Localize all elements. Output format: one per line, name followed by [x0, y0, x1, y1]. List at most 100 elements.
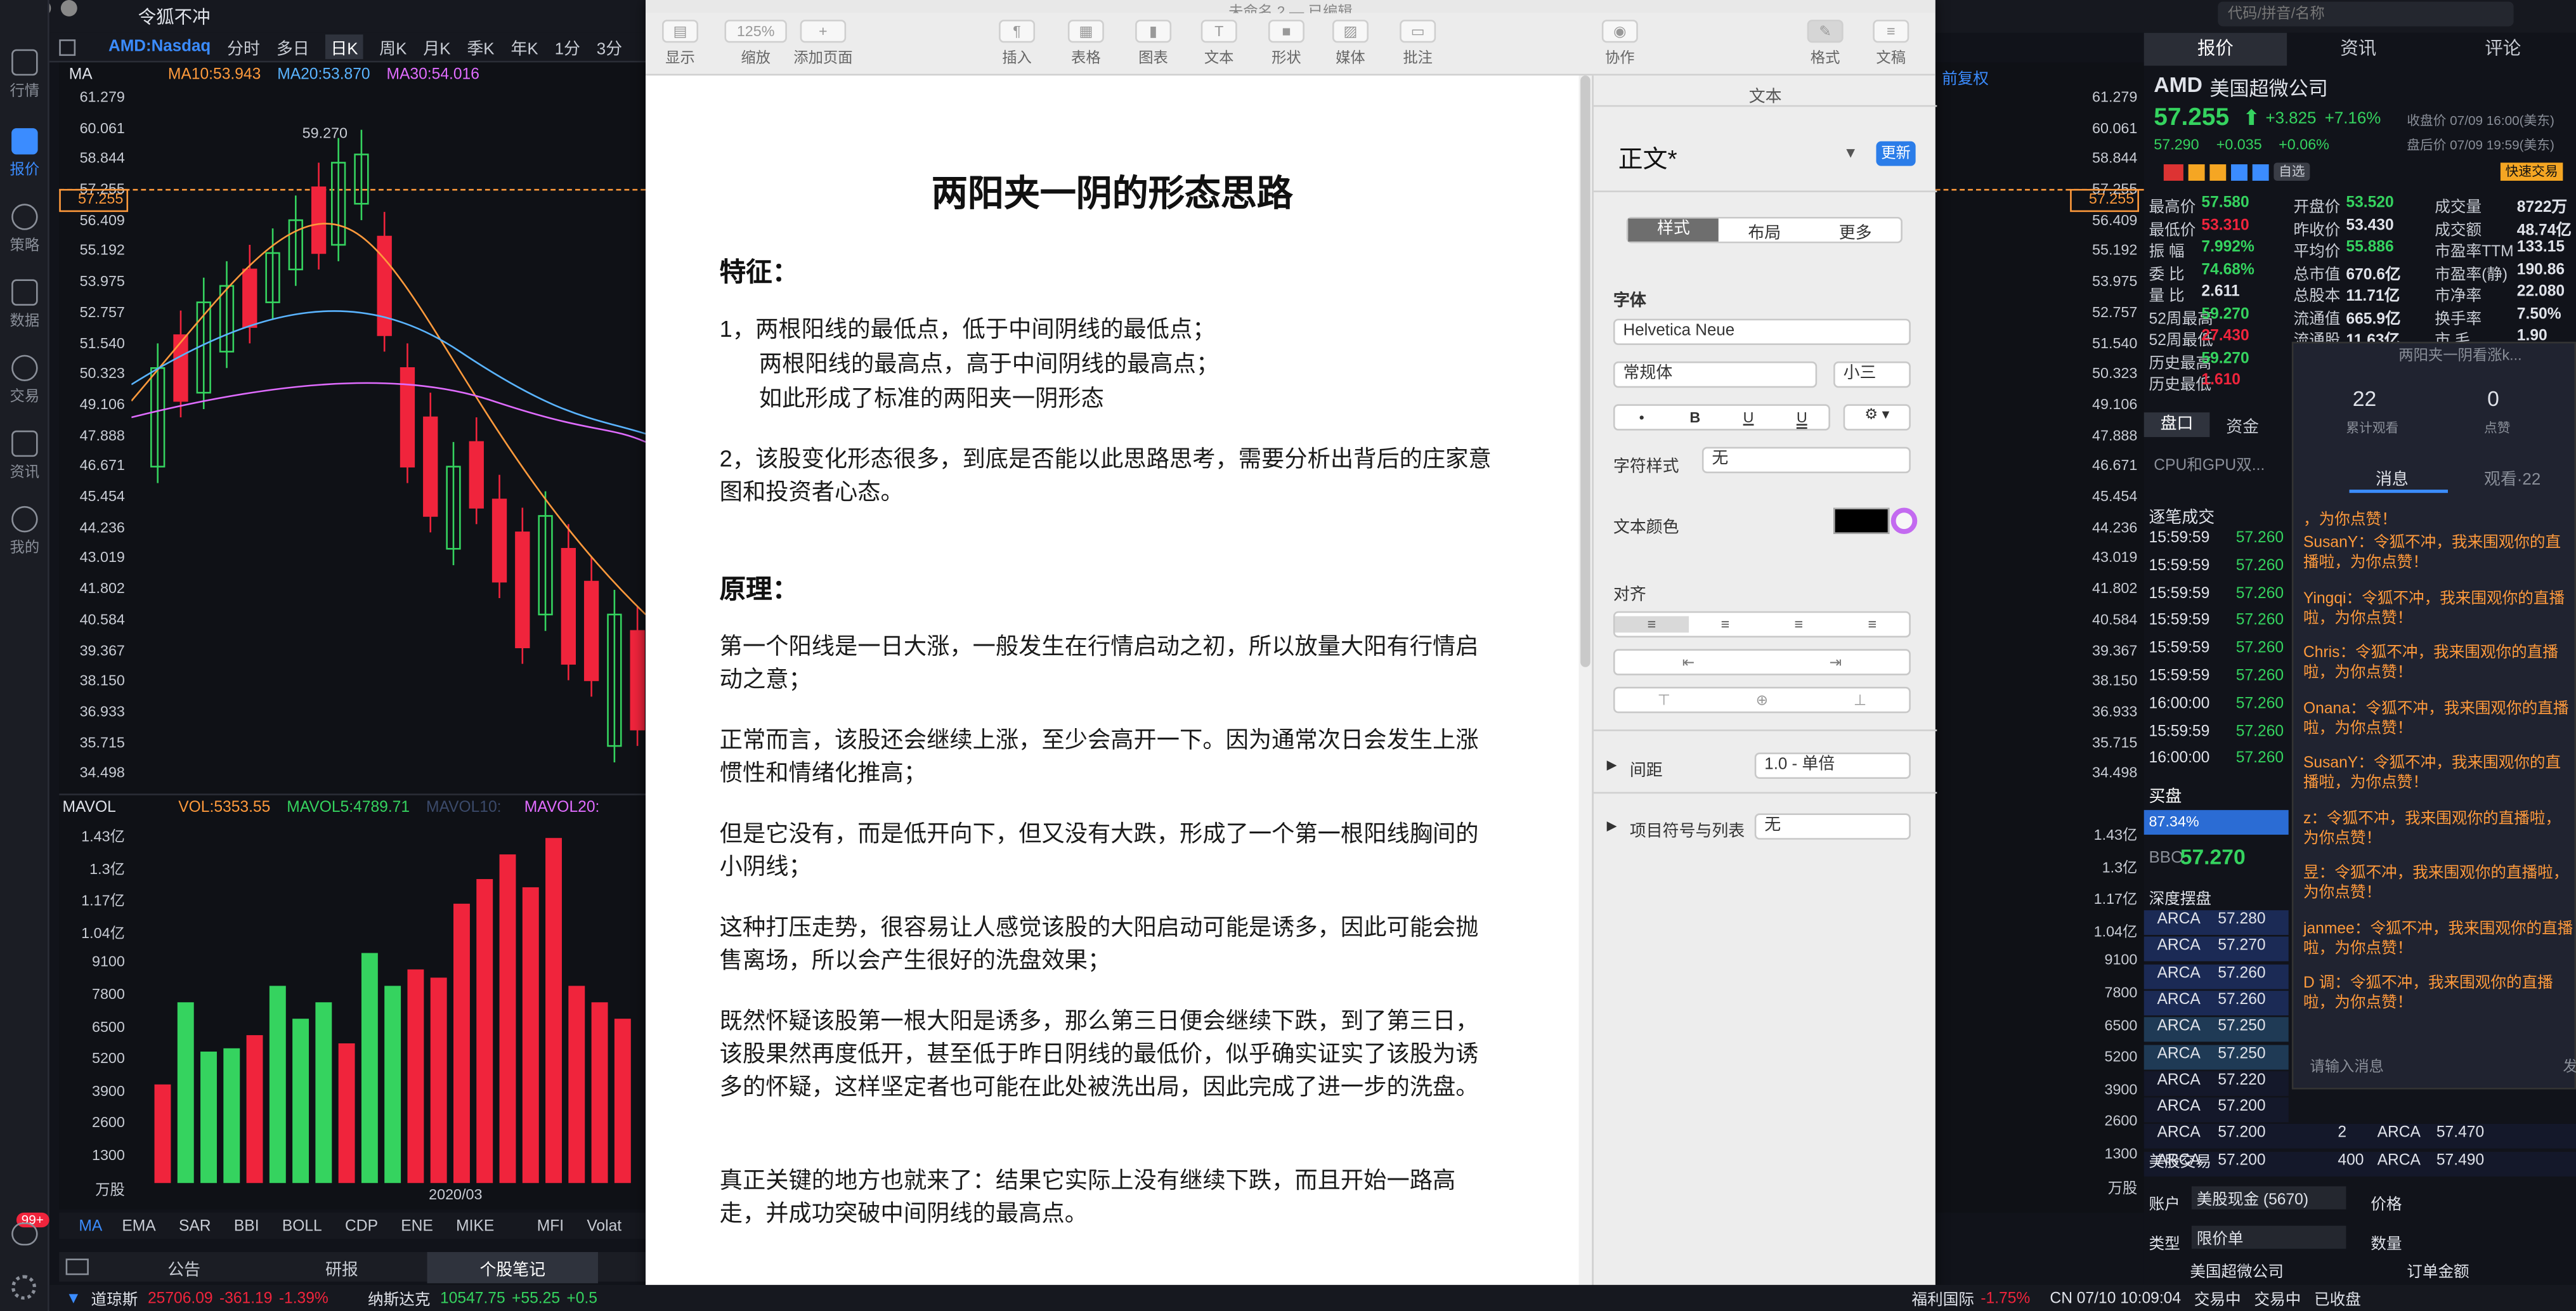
text-button[interactable]: T 文本 — [1200, 20, 1237, 67]
watchlist-button[interactable]: 自选 — [2274, 162, 2310, 181]
rail-data[interactable]: 数据 — [0, 279, 49, 330]
panel-icon[interactable] — [65, 1258, 89, 1275]
period-quarter[interactable]: 季K — [467, 34, 494, 59]
hk-name[interactable]: 福利国际 — [1911, 1286, 1974, 1309]
indicator-mike[interactable]: MIKE — [456, 1216, 494, 1234]
layout-icon[interactable] — [59, 38, 76, 55]
feature-1b[interactable]: 两根阳线的最高点，高于中间阴线的最高点； — [759, 347, 1532, 380]
underline-icon[interactable]: U — [1722, 409, 1775, 426]
principle-4[interactable]: 这种打压走势，很容易让人感觉该股的大阳启动可能是诱多，因此可能会抛售离场，所以会… — [720, 910, 1492, 976]
indicator-bbi[interactable]: BBI — [234, 1216, 259, 1234]
indicator-ma[interactable]: MA — [79, 1216, 102, 1234]
period-month[interactable]: 月K — [423, 34, 450, 59]
tab-quote[interactable]: 报价 — [2143, 32, 2287, 66]
font-weight-select[interactable]: 常规体 — [1613, 361, 1818, 388]
font-family-select[interactable]: Helvetica Neue — [1613, 318, 1911, 346]
news-line[interactable]: CPU和GPU双... — [2154, 452, 2265, 474]
outdent-icon[interactable]: ⇤ — [1615, 653, 1762, 671]
tab-news[interactable]: 资讯 — [2287, 33, 2430, 66]
zoom-button[interactable]: 125% 缩放 — [724, 20, 787, 67]
chat-tab-viewers[interactable]: 观看·22 — [2484, 465, 2540, 490]
period-1min[interactable]: 1分 — [555, 34, 580, 59]
principle-6[interactable]: 真正关键的地方也就来了：结果它实际上没有继续下跌，而且开始一路高走，并成功突破中… — [720, 1163, 1492, 1229]
indicator-mfi[interactable]: MFI — [537, 1216, 564, 1234]
line-spacing-select[interactable]: 1.0 - 单倍 — [1754, 752, 1911, 779]
text-options-gear-icon[interactable]: ⚙︎ ▾ — [1843, 404, 1911, 431]
align-justify-icon[interactable]: ≡ — [1835, 616, 1909, 632]
bullet-dot-icon[interactable]: • — [1615, 409, 1669, 426]
feature-1a[interactable]: 1，两根阳线的最低点，低于中间阴线的最低点； — [720, 312, 1492, 345]
spacing-label[interactable]: 间距 — [1630, 756, 1663, 780]
chat-icon[interactable] — [11, 1222, 38, 1246]
zoom-icon[interactable] — [60, 0, 77, 16]
period-multiday[interactable]: 多日 — [276, 34, 309, 59]
indicator-volat[interactable]: Volat — [587, 1216, 621, 1234]
heading-features[interactable]: 特征： — [720, 250, 798, 289]
text-color-swatch[interactable] — [1833, 507, 1890, 534]
align-right-icon[interactable]: ≡ — [1762, 616, 1835, 632]
chat-input[interactable]: 请输入消息 — [2310, 1055, 2384, 1076]
bold-icon[interactable]: B — [1669, 409, 1722, 426]
indicator-sar[interactable]: SAR — [179, 1216, 211, 1234]
period-timeshare[interactable]: 分时 — [227, 34, 260, 59]
period-3min[interactable]: 3分 — [597, 34, 622, 59]
scroll-thumb[interactable] — [1580, 75, 1590, 667]
collaborate-button[interactable]: ◉ 协作 — [1601, 20, 1638, 67]
rail-quote[interactable]: 报价 — [0, 128, 49, 179]
valign-top-icon[interactable]: ⊤ — [1615, 691, 1714, 708]
tab-more[interactable]: 更多 — [1810, 218, 1901, 242]
document-page[interactable]: 两阳夹一阴的形态思路 特征： 1，两根阳线的最低点，低于中间阴线的最低点； 两根… — [646, 75, 1579, 1311]
indicator-ene[interactable]: ENE — [401, 1216, 433, 1234]
tab-stock-notes[interactable]: 个股笔记 — [427, 1251, 598, 1282]
bullets-select[interactable]: 无 — [1754, 813, 1911, 840]
principle-2[interactable]: 正常而言，该股还会继续上涨，至少会高开一下。因为通常次日会发生上涨惯性和情绪化推… — [720, 723, 1492, 789]
media-button[interactable]: ▨ 媒体 — [1332, 20, 1369, 67]
period-day[interactable]: 日K — [325, 34, 363, 60]
period-year[interactable]: 年K — [511, 34, 538, 59]
type-select[interactable]: 限价单 — [2191, 1225, 2346, 1249]
tab-announcement[interactable]: 公告 — [167, 1255, 200, 1279]
align-left-icon[interactable]: ≡ — [1615, 616, 1689, 633]
tab-layout[interactable]: 布局 — [1719, 218, 1810, 242]
font-size-select[interactable]: 小三 — [1833, 361, 1911, 388]
expand-bullets-icon[interactable]: ▶ — [1607, 818, 1617, 833]
format-button[interactable]: ✎ 格式 — [1807, 20, 1844, 67]
dji-name[interactable]: 道琼斯 — [91, 1286, 138, 1309]
principle-3[interactable]: 但是它没有，而是低开向下，但又没有大跌，形成了一个第一根阳线胸间的小阴线； — [720, 817, 1492, 883]
tab-style[interactable]: 样式 — [1628, 218, 1719, 242]
tab-funds[interactable]: 资金 — [2209, 412, 2275, 437]
feature-1c[interactable]: 如此形成了标准的两阳夹一阴形态 — [759, 381, 1532, 414]
display-button[interactable]: ▤ 显示 — [662, 20, 699, 67]
doc-scrollbar[interactable] — [1578, 75, 1592, 1311]
ndx-name[interactable]: 纳斯达克 — [368, 1286, 430, 1309]
expand-spacing-icon[interactable]: ▶ — [1607, 757, 1617, 772]
doc-title[interactable]: 两阳夹一阴的形态思路 — [646, 164, 1578, 217]
indent-icon[interactable]: ⇥ — [1762, 653, 1909, 671]
account-select[interactable]: 美股现金 (5670) — [2191, 1186, 2346, 1210]
heading-principle[interactable]: 原理： — [720, 567, 798, 606]
insert-button[interactable]: ¶ 插入 — [999, 20, 1036, 67]
color-wheel-icon[interactable] — [1890, 507, 1918, 534]
rail-trade[interactable]: 交易 — [0, 355, 49, 406]
add-page-button[interactable]: + 添加页面 — [793, 20, 853, 67]
indicator-cdp[interactable]: CDP — [345, 1216, 378, 1234]
rail-strategy[interactable]: 策略 — [0, 204, 49, 254]
tab-research[interactable]: 研报 — [325, 1255, 358, 1279]
shape-button[interactable]: ■ 形状 — [1268, 20, 1304, 67]
bullets-label[interactable]: 项目符号与列表 — [1630, 817, 1745, 841]
principle-1[interactable]: 第一个阳线是一日大涨，一般发生在行情启动之初，所以放量大阳有行情启动之意； — [720, 629, 1492, 695]
rail-news[interactable]: 资讯 — [0, 430, 49, 481]
settings-icon[interactable] — [11, 1275, 36, 1300]
price-chart[interactable]: MA MA10:53.943 MA20:53.870 MA30:54.016 6… — [59, 62, 646, 794]
search-input[interactable]: 代码/拼音/名称 — [2218, 1, 2514, 27]
rail-mine[interactable]: 我的 — [0, 505, 49, 557]
comment-button[interactable]: ▭ 批注 — [1400, 20, 1436, 67]
feature-2[interactable]: 2，该股变化形态很多，到底是否能以此思路思考，需要分析出背后的庄家意图和投资者心… — [720, 442, 1492, 508]
char-style-select[interactable]: 无 — [1701, 447, 1911, 474]
tab-comments[interactable]: 评论 — [2430, 33, 2576, 66]
tab-orderbook[interactable]: 盘口 — [2143, 412, 2210, 438]
fast-trade-button[interactable]: 快速交易 — [2500, 162, 2563, 181]
volume-chart[interactable]: MAVOL VOL:5353.55 MAVOL5:4789.71 MAVOL10… — [59, 793, 646, 1210]
chart-button[interactable]: ▮ 图表 — [1135, 20, 1172, 67]
period-week[interactable]: 周K — [379, 34, 407, 59]
